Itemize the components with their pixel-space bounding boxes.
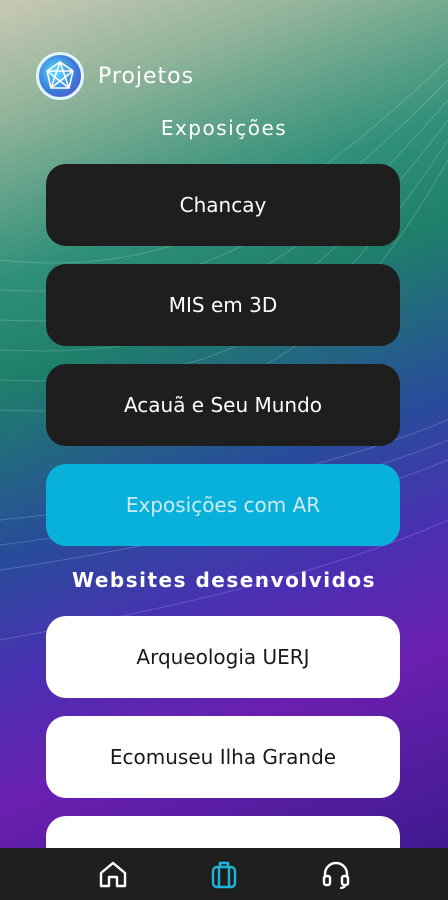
button-label: Arqueologia UERJ bbox=[136, 645, 310, 669]
nav-projects-button[interactable] bbox=[204, 854, 244, 894]
headphones-icon bbox=[322, 861, 350, 889]
website-ecomuseu-button[interactable]: Ecomuseu Ilha Grande bbox=[46, 716, 400, 798]
globe-mesh-icon bbox=[46, 61, 74, 89]
website-arqueologia-button[interactable]: Arqueologia UERJ bbox=[46, 616, 400, 698]
header: Projetos bbox=[36, 52, 194, 100]
button-label: Exposições com AR bbox=[125, 493, 321, 517]
page-title: Projetos bbox=[98, 63, 195, 89]
briefcase-icon bbox=[211, 861, 237, 889]
section-title-websites: Websites desenvolvidos bbox=[71, 568, 377, 592]
website-partial-button[interactable] bbox=[46, 816, 400, 848]
app-logo bbox=[36, 52, 84, 100]
button-label: Chancay bbox=[179, 193, 267, 217]
exhibition-ar-button[interactable]: Exposições com AR bbox=[46, 464, 400, 546]
button-label: Ecomuseu Ilha Grande bbox=[109, 745, 337, 769]
home-icon bbox=[99, 861, 127, 888]
section-title-exhibitions: Exposições bbox=[160, 116, 288, 140]
button-label: Acauã e Seu Mundo bbox=[123, 393, 323, 417]
bottom-navigation bbox=[0, 848, 448, 900]
exhibition-chancay-button[interactable]: Chancay bbox=[46, 164, 400, 246]
exhibition-mis-3d-button[interactable]: MIS em 3D bbox=[46, 264, 400, 346]
nav-home-button[interactable] bbox=[93, 854, 133, 894]
exhibition-acaua-button[interactable]: Acauã e Seu Mundo bbox=[46, 364, 400, 446]
nav-support-button[interactable] bbox=[316, 854, 356, 894]
button-label: MIS em 3D bbox=[168, 293, 278, 317]
